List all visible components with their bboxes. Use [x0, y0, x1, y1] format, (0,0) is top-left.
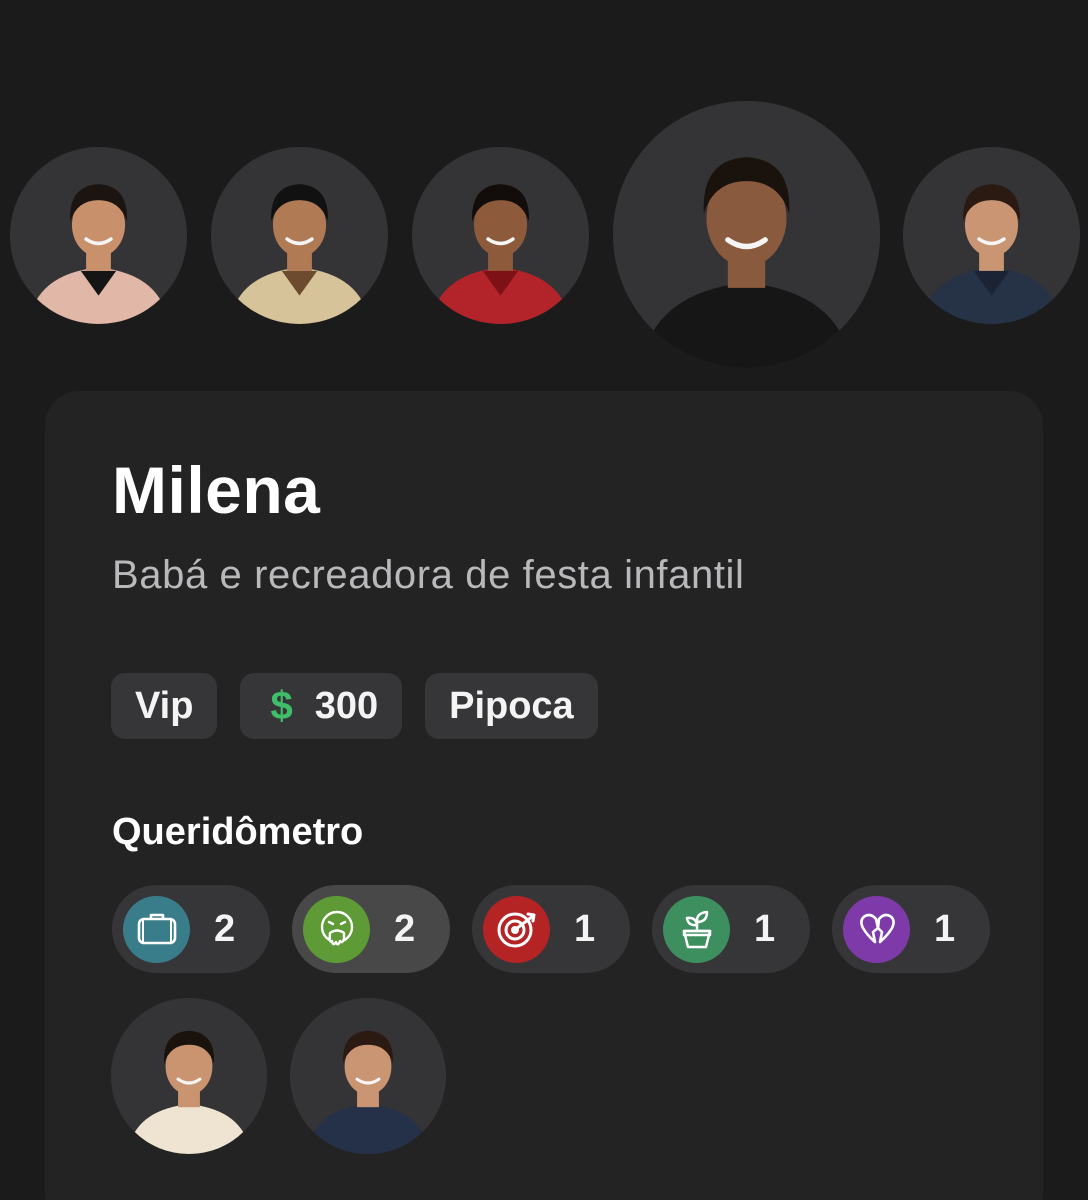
- participant-carousel[interactable]: [0, 0, 1088, 380]
- participant-name: Milena: [112, 453, 321, 527]
- broken-heart-icon: [843, 895, 910, 963]
- vomit-face-icon: [303, 895, 370, 963]
- giver-avatar[interactable]: [290, 998, 446, 1154]
- status-chips: Vip $ 300 Pipoca: [111, 673, 598, 739]
- participant-avatar[interactable]: [10, 147, 187, 324]
- category-chip: Pipoca: [425, 673, 598, 739]
- coin-icon: $: [270, 684, 293, 728]
- target-icon: [483, 895, 550, 963]
- reaction-broken-heart[interactable]: 1: [832, 885, 990, 973]
- reaction-count: 2: [394, 907, 416, 950]
- participant-avatar[interactable]: [903, 147, 1080, 324]
- participant-avatar[interactable]: [412, 147, 589, 324]
- reaction-count: 1: [574, 907, 596, 950]
- reaction-suitcase[interactable]: 2: [112, 885, 270, 973]
- queridometro-title: Queridômetro: [112, 811, 364, 853]
- reaction-count: 2: [214, 907, 236, 950]
- balance-value: 300: [314, 684, 379, 727]
- balance-chip: $ 300: [240, 673, 403, 739]
- giver-avatar[interactable]: [111, 998, 267, 1154]
- participant-avatar[interactable]: [211, 147, 388, 324]
- group-chip: Vip: [111, 673, 218, 739]
- reaction-plant[interactable]: 1: [652, 885, 810, 973]
- reaction-target[interactable]: 1: [472, 885, 630, 973]
- profile-screen: Milena Babá e recreadora de festa infant…: [0, 0, 1088, 1200]
- reaction-count: 1: [754, 907, 776, 950]
- participant-occupation: Babá e recreadora de festa infantil: [112, 553, 745, 597]
- selected-participant-avatar[interactable]: [613, 101, 880, 368]
- suitcase-icon: [123, 895, 190, 963]
- reaction-givers: [111, 998, 446, 1154]
- plant-pot-icon: [663, 895, 730, 963]
- profile-card: Milena Babá e recreadora de festa infant…: [45, 391, 1043, 1200]
- reaction-vomit[interactable]: 2: [292, 885, 450, 973]
- reaction-list: 2 2 1 1 1: [112, 885, 990, 973]
- reaction-count: 1: [934, 907, 956, 950]
